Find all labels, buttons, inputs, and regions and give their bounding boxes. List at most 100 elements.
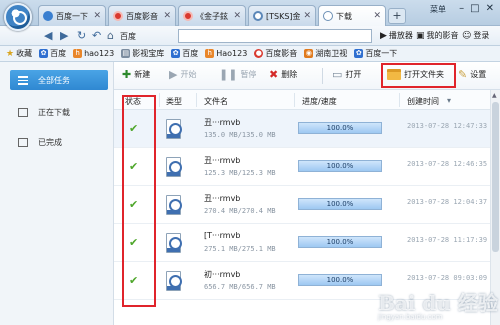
scroll-up-icon[interactable]: ▲ bbox=[492, 92, 497, 99]
close-icon[interactable]: ✕ bbox=[373, 11, 381, 21]
refresh-icon[interactable]: ↻ bbox=[77, 29, 86, 42]
open-button[interactable]: ▭ 打开 bbox=[332, 69, 361, 80]
column-filename[interactable]: 文件名 bbox=[204, 96, 228, 107]
tab-tsks[interactable]: [TSKS]金 ✕ bbox=[248, 5, 316, 26]
sidebar-item-completed[interactable]: 已完成 bbox=[10, 132, 108, 152]
sidebar-item-label: 正在下载 bbox=[38, 107, 70, 117]
page-icon: ▤ bbox=[121, 49, 131, 58]
file-name: 丑···rmvb bbox=[204, 156, 241, 165]
check-icon: ✔ bbox=[129, 274, 139, 287]
settings-label: 设置 bbox=[470, 70, 487, 79]
browser-logo[interactable] bbox=[4, 3, 32, 31]
close-icon[interactable]: ✕ bbox=[93, 11, 101, 21]
player-button[interactable]: ▶ 播放器 bbox=[380, 30, 413, 41]
pause-button[interactable]: ❚❚ 暂停 bbox=[219, 69, 256, 80]
tab-baidu-player[interactable]: 百度影音 ✕ bbox=[108, 5, 176, 26]
video-icon: ▣ bbox=[416, 30, 425, 41]
download-manager: 全部任务 正在下载 已完成 ✚ 新建 ▶ 开始 ❚❚ 暂停 ✖ 删除 ▭ 打开 打开文件夹… bbox=[0, 62, 500, 325]
page-icon bbox=[253, 11, 263, 21]
bookmark-hunan-tv[interactable]: ◉ 湖南卫视 bbox=[304, 48, 347, 59]
column-created-time[interactable]: 创建时间 bbox=[407, 96, 439, 107]
tab-label: 《金子鉉 bbox=[196, 11, 228, 21]
created-time: 2013-07-28 11:17:39 bbox=[407, 236, 488, 244]
delete-button[interactable]: ✖ 删除 bbox=[269, 69, 297, 80]
navigation-bar: ◀ ▶ ↻ ↶ ⌂ 百度 ▶ 播放器 ▣ 我的影音 ☺ 登录 bbox=[0, 26, 500, 46]
home-label[interactable]: 百度 bbox=[120, 31, 136, 42]
start-button[interactable]: ▶ 开始 bbox=[169, 69, 196, 80]
bookmark-label: 百度影音 bbox=[265, 49, 298, 58]
progress-bar: 100.0% bbox=[298, 274, 382, 286]
close-icon[interactable]: ✕ bbox=[303, 11, 311, 21]
tab-baidu[interactable]: 百度一下 ✕ bbox=[38, 5, 106, 26]
sidebar-item-label: 全部任务 bbox=[38, 75, 70, 85]
check-icon: ✔ bbox=[129, 236, 139, 249]
column-divider bbox=[196, 93, 197, 107]
column-status[interactable]: 状态 bbox=[125, 96, 141, 107]
created-time: 2013-07-28 09:03:09 bbox=[407, 274, 488, 282]
file-name: 丑···rmvb bbox=[204, 194, 241, 203]
table-row[interactable]: ✔ 丑···rmvb 125.3 MB/125.3 MB 100.0% 2013-07-… bbox=[114, 148, 490, 186]
sort-desc-icon[interactable]: ▾ bbox=[447, 96, 451, 105]
tab-label: 下载 bbox=[336, 11, 352, 21]
bookmark-video-library[interactable]: ▤ 影视宝库 bbox=[121, 48, 164, 59]
bookmark-baidu[interactable]: ✿ 百度 bbox=[39, 48, 66, 59]
home-icon[interactable]: ⌂ bbox=[107, 29, 114, 42]
tab-label: [TSKS]金 bbox=[266, 11, 301, 21]
player-label: 播放器 bbox=[388, 31, 413, 40]
file-icon: ▭ bbox=[332, 68, 343, 81]
progress-bar: 100.0% bbox=[298, 160, 382, 172]
bookmark-hao123[interactable]: h hao123 bbox=[73, 49, 114, 58]
close-icon[interactable]: ✕ bbox=[163, 11, 171, 21]
table-row[interactable]: ✔ 丑···rmvb 135.0 MB/135.0 MB 100.0% 2013-07-… bbox=[114, 110, 490, 148]
file-name: [T···rmvb bbox=[204, 231, 241, 240]
bookmark-baidu-2[interactable]: ✿ 百度 bbox=[171, 48, 198, 59]
open-folder-button[interactable]: 打开文件夹 bbox=[387, 69, 444, 80]
sidebar-item-all-tasks[interactable]: 全部任务 bbox=[10, 70, 108, 90]
rmvb-file-icon bbox=[166, 271, 182, 291]
table-row[interactable]: ✔ [T···rmvb 275.1 MB/275.1 MB 100.0% 2013-07… bbox=[114, 224, 490, 262]
menu-button[interactable]: 菜单 bbox=[430, 4, 446, 15]
bookmark-baidu-search[interactable]: ✿ 百度一下 bbox=[354, 48, 397, 59]
tv-icon: ◉ bbox=[304, 49, 314, 58]
bookmark-favorites[interactable]: ★ 收藏 bbox=[6, 48, 32, 59]
minimize-icon[interactable]: – bbox=[459, 3, 464, 14]
login-button[interactable]: ☺ 登录 bbox=[462, 30, 489, 41]
my-video-button[interactable]: ▣ 我的影音 bbox=[416, 30, 459, 41]
file-size: 275.1 MB/275.1 MB bbox=[204, 245, 276, 253]
forward-icon[interactable]: ▶ bbox=[60, 29, 68, 42]
settings-button[interactable]: ✎ 设置 bbox=[458, 69, 486, 80]
wrench-icon: ✎ bbox=[458, 68, 468, 81]
back-icon[interactable]: ◀ bbox=[44, 29, 52, 42]
window-controls: – □ ✕ bbox=[459, 3, 494, 14]
new-tab-button[interactable]: + bbox=[388, 8, 406, 24]
table-row[interactable]: ✔ 丑···rmvb 270.4 MB/270.4 MB 100.0% 2013-07-… bbox=[114, 186, 490, 224]
tab-video[interactable]: 《金子鉉 ✕ bbox=[178, 5, 246, 26]
column-progress[interactable]: 进度/速度 bbox=[302, 96, 337, 107]
address-bar[interactable] bbox=[178, 29, 372, 43]
pause-icon: ❚❚ bbox=[219, 68, 238, 81]
list-icon bbox=[18, 75, 28, 85]
bookmark-baidu-player[interactable]: ● 百度影音 bbox=[254, 48, 297, 59]
start-label: 开始 bbox=[180, 70, 197, 79]
delete-label: 删除 bbox=[281, 70, 298, 79]
scroll-thumb[interactable] bbox=[492, 102, 499, 252]
toolbar-divider bbox=[322, 68, 323, 84]
progress-text: 100.0% bbox=[326, 238, 354, 246]
close-window-icon[interactable]: ✕ bbox=[486, 3, 494, 14]
close-icon[interactable]: ✕ bbox=[233, 11, 241, 21]
open-folder-label: 打开文件夹 bbox=[404, 70, 444, 79]
check-icon: ✔ bbox=[129, 198, 139, 211]
created-time: 2013-07-28 12:04:37 bbox=[407, 198, 488, 206]
bookmark-hao123-2[interactable]: h Hao123 bbox=[205, 49, 247, 58]
undo-icon[interactable]: ↶ bbox=[92, 29, 101, 42]
tab-download[interactable]: 下载 ✕ bbox=[318, 5, 386, 26]
sidebar-item-downloading[interactable]: 正在下载 bbox=[10, 102, 108, 122]
address-input[interactable] bbox=[179, 30, 371, 42]
tab-label: 百度一下 bbox=[56, 11, 88, 21]
new-task-button[interactable]: ✚ 新建 bbox=[122, 69, 150, 80]
download-icon bbox=[323, 11, 333, 21]
baidu-player-icon: ● bbox=[254, 49, 264, 58]
column-type[interactable]: 类型 bbox=[166, 96, 182, 107]
maximize-icon[interactable]: □ bbox=[470, 3, 479, 14]
bookmark-label: 百度一下 bbox=[365, 49, 398, 58]
